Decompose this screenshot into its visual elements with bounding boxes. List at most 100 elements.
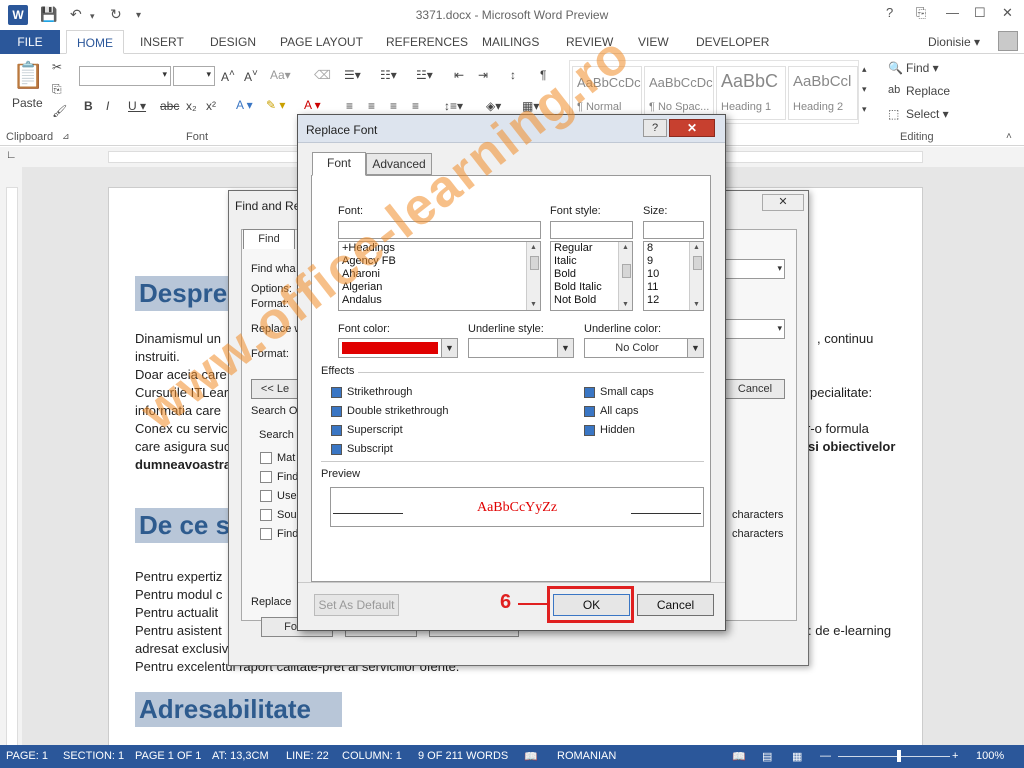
bold-icon[interactable]: B [84,99,93,113]
zoom-slider[interactable] [838,756,950,757]
tab-developer[interactable]: DEVELOPER [696,30,769,54]
web-layout-icon[interactable]: ▦ [792,750,802,763]
underline-color-combo[interactable]: No Color ▼ [584,338,704,358]
underline-style-combo[interactable]: ▼ [468,338,574,358]
paste-button[interactable]: Paste [12,96,43,110]
align-right-icon[interactable]: ≡ [390,99,397,113]
font-name-combo[interactable]: ▾ [79,66,171,86]
font-list-scrollbar[interactable]: ▲ ▼ [526,242,540,310]
hidden-checkbox[interactable] [584,425,595,436]
close-button[interactable]: ✕ [1002,5,1013,21]
clear-formatting-icon[interactable]: ⌫ [314,68,331,82]
double-strikethrough-checkbox[interactable] [331,406,342,417]
style-heading-2[interactable]: AaBbCcl Heading 2 [788,66,858,120]
all-caps-checkbox[interactable] [584,406,595,417]
minimize-button[interactable]: — [946,5,959,20]
font-size-combo[interactable]: ▾ [173,66,215,86]
tab-mailings[interactable]: MAILINGS [482,30,539,54]
tab-page-layout[interactable]: PAGE LAYOUT [280,30,363,54]
tab-home[interactable]: HOME [66,30,124,54]
subscript-icon[interactable]: x₂ [186,99,197,113]
font-style-scrollbar[interactable]: ▲ ▼ [618,242,632,310]
decrease-indent-icon[interactable]: ⇤ [454,68,464,82]
tab-font[interactable]: Font [312,152,366,176]
status-section[interactable]: SECTION: 1 [63,750,124,762]
status-line[interactable]: LINE: 22 [286,750,329,762]
avatar[interactable] [998,31,1018,51]
line-spacing-icon[interactable]: ↕≡▾ [444,99,463,113]
zoom-in-icon[interactable]: + [952,750,958,762]
text-effects-icon[interactable]: A ▾ [236,98,253,112]
small-caps-checkbox[interactable] [584,387,595,398]
align-center-icon[interactable]: ≡ [368,99,375,113]
tab-insert[interactable]: INSERT [140,30,184,54]
font-color-icon[interactable]: A ▾ [304,98,321,112]
format-painter-icon[interactable]: 🖌 [52,104,67,118]
status-page-of[interactable]: PAGE 1 OF 1 [135,750,201,762]
style-no-spacing[interactable]: AaBbCcDc ¶ No Spac... [644,66,714,120]
help-button[interactable]: ? [886,5,893,20]
find-whole-checkbox[interactable] [260,471,272,483]
help-icon[interactable]: ? [643,119,667,137]
font-color-dropdown-icon[interactable]: ▼ [441,339,457,357]
vertical-ruler[interactable] [0,167,22,747]
numbering-icon[interactable]: ☷▾ [380,68,397,82]
sounds-like-checkbox[interactable] [260,509,272,521]
far-cancel-button[interactable]: Cancel [725,379,785,399]
superscript-icon[interactable]: x² [206,99,216,113]
find-what-field[interactable]: ▾ [725,259,785,279]
bullets-icon[interactable]: ☰▾ [344,68,361,82]
zoom-out-icon[interactable]: — [820,750,831,762]
subscript-checkbox[interactable] [331,444,342,455]
multilevel-list-icon[interactable]: ☳▾ [416,68,433,82]
status-language[interactable]: ROMANIAN [557,750,616,762]
user-account[interactable]: Dionisie ▾ [928,30,980,54]
status-zoom[interactable]: 100% [976,750,1004,762]
tab-design[interactable]: DESIGN [210,30,256,54]
styles-up-icon[interactable]: ▴ [862,64,867,75]
grow-font-icon[interactable]: A˄ [221,68,235,84]
use-wildcards-checkbox[interactable] [260,490,272,502]
italic-icon[interactable]: I [106,99,109,113]
status-at[interactable]: AT: 13,3CM [212,750,269,762]
tab-find[interactable]: Find [243,229,295,249]
underline-icon[interactable]: U ▾ [128,99,146,113]
ribbon-display-button[interactable]: ⎘ [916,5,926,21]
zoom-slider-handle[interactable] [897,750,901,762]
select-button[interactable]: Select ▾ [906,107,949,121]
status-page[interactable]: PAGE: 1 [6,750,48,762]
superscript-checkbox[interactable] [331,425,342,436]
align-left-icon[interactable]: ≡ [346,99,353,113]
change-case-icon[interactable]: Aa▾ [270,68,291,82]
styles-down-icon[interactable]: ▾ [862,84,867,95]
tab-references[interactable]: REFERENCES [386,30,468,54]
replace-font-close-icon[interactable]: ✕ [669,119,715,137]
tab-selector-icon[interactable]: ∟ [6,149,17,161]
match-case-checkbox[interactable] [260,452,272,464]
highlight-icon[interactable]: ✎ ▾ [266,98,285,112]
styles-more-icon[interactable]: ▾ [862,104,867,115]
find-replace-close-icon[interactable]: ✕ [762,194,804,211]
font-style-input[interactable] [550,221,633,239]
underline-style-dropdown-icon[interactable]: ▼ [557,339,573,357]
replace-with-field[interactable]: ▾ [725,319,785,339]
tab-view[interactable]: VIEW [638,30,669,54]
less-button[interactable]: << Le [251,379,299,399]
find-forms-checkbox[interactable] [260,528,272,540]
proofing-icon[interactable]: 📖 [524,750,538,763]
find-icon[interactable]: 🔍 [888,61,903,75]
strikethrough-checkbox[interactable] [331,387,342,398]
status-words[interactable]: 9 OF 211 WORDS [418,750,508,762]
clipboard-launcher-icon[interactable]: ⊿ [62,131,70,142]
font-list-item[interactable]: Andalus [339,294,540,307]
font-size-scrollbar[interactable]: ▲ ▼ [689,242,703,310]
cancel-button[interactable]: Cancel [637,594,714,616]
font-style-list[interactable]: Regular Italic Bold Bold Italic Not Bold… [550,241,633,311]
find-button[interactable]: Find ▾ [906,61,939,75]
set-as-default-button[interactable]: Set As Default [314,594,399,616]
shrink-font-icon[interactable]: A˅ [244,68,258,84]
tab-file[interactable]: FILE [0,30,60,54]
increase-indent-icon[interactable]: ⇥ [478,68,488,82]
paste-icon[interactable]: 📋 [12,60,44,91]
justify-icon[interactable]: ≡ [412,99,419,113]
